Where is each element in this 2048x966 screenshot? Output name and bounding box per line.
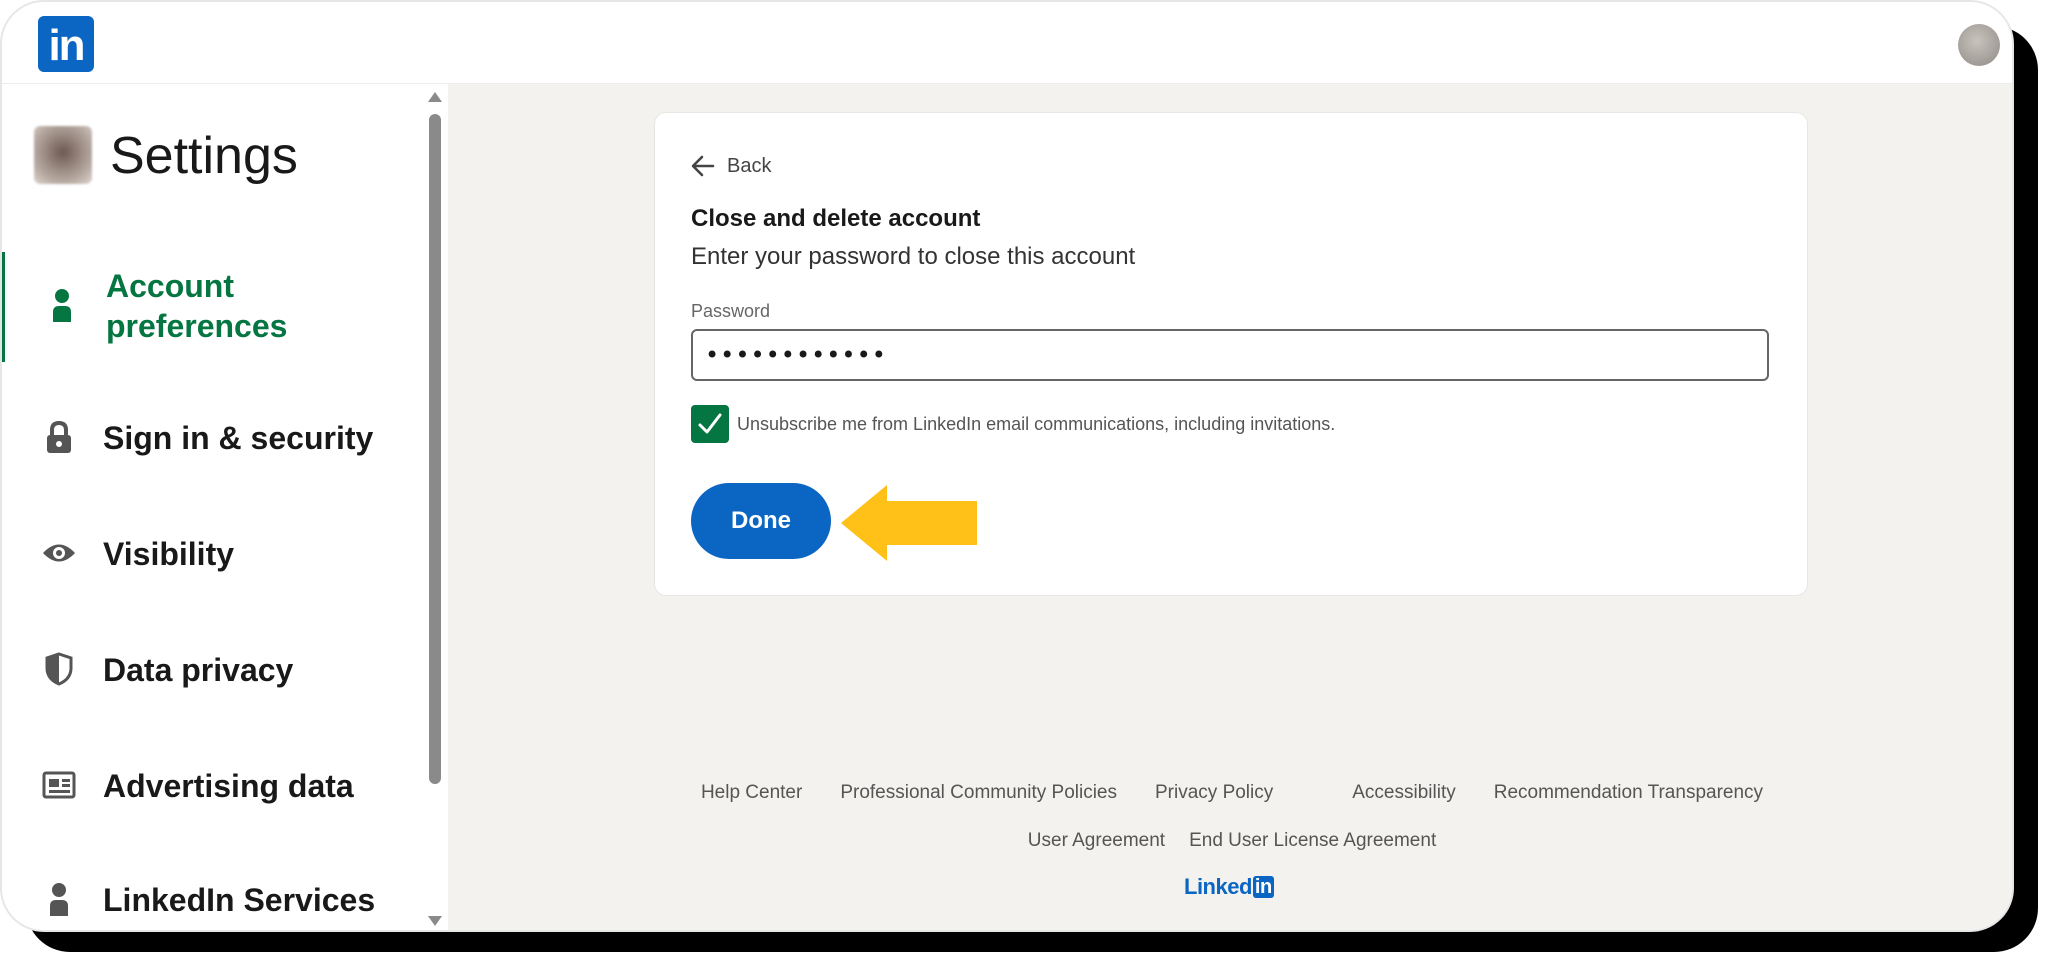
card-title: Close and delete account — [691, 205, 981, 232]
footer-link-accessibility[interactable]: Accessibility — [1352, 782, 1455, 804]
top-navigation-bar: in — [2, 2, 2012, 84]
settings-sidebar: Settings Account preferences Sign in & s… — [2, 84, 422, 930]
done-button[interactable]: Done — [691, 483, 831, 559]
profile-avatar[interactable] — [1958, 24, 2000, 66]
unsubscribe-checkbox[interactable] — [691, 405, 729, 443]
lock-icon — [42, 420, 76, 454]
footer-link-community-policies[interactable]: Professional Community Policies — [840, 782, 1117, 804]
scroll-thumb[interactable] — [429, 114, 441, 784]
checkmark-icon — [698, 413, 722, 434]
footer-link-privacy-policy[interactable]: Privacy Policy — [1155, 782, 1273, 804]
unsubscribe-checkbox-label: Unsubscribe me from LinkedIn email commu… — [737, 413, 1336, 434]
eye-icon — [42, 536, 76, 570]
sidebar-item-label: Sign in & security — [103, 420, 374, 456]
main-content: Back Close and delete account Enter your… — [448, 84, 2012, 930]
annotation-arrow-icon — [841, 485, 977, 561]
sidebar-item-account-preferences[interactable]: Account preferences — [2, 252, 422, 362]
newspaper-icon — [42, 768, 76, 802]
linkedin-logo[interactable]: in — [38, 16, 94, 72]
sidebar-item-sign-in-security[interactable]: Sign in & security — [2, 396, 422, 486]
footer-link-help-center[interactable]: Help Center — [701, 782, 802, 804]
footer-linkedin-logo[interactable]: Linked in — [1184, 872, 1274, 902]
sidebar-item-advertising-data[interactable]: Advertising data — [2, 744, 422, 834]
back-label: Back — [727, 154, 772, 177]
sidebar-scrollbar[interactable] — [422, 84, 448, 930]
footer-links-primary: Help Center Professional Community Polic… — [448, 782, 2012, 804]
shield-icon — [42, 652, 76, 686]
person-icon — [42, 882, 76, 916]
back-button[interactable]: Back — [691, 151, 771, 181]
footer-links-secondary: User Agreement End User License Agreemen… — [448, 830, 2012, 852]
sidebar-item-label: Data privacy — [103, 652, 294, 688]
sidebar-item-label: LinkedIn Services — [103, 882, 376, 918]
password-field[interactable] — [691, 329, 1769, 381]
browser-frame: in Settings Account preferences Sign in … — [0, 0, 2014, 932]
person-icon — [45, 288, 79, 322]
scroll-up-arrow-icon[interactable] — [428, 92, 442, 102]
sidebar-item-visibility[interactable]: Visibility — [2, 512, 422, 602]
sidebar-item-linkedin-services[interactable]: LinkedIn Services — [2, 858, 422, 930]
footer-logo-box: in — [1252, 876, 1274, 898]
footer-link-user-agreement[interactable]: User Agreement — [1028, 830, 1165, 852]
sidebar-item-label: Advertising data — [103, 768, 354, 804]
password-label: Password — [691, 301, 771, 321]
page-title: Settings — [110, 127, 298, 185]
footer-logo-word: Linked — [1184, 874, 1252, 899]
arrow-left-icon — [691, 155, 715, 177]
unsubscribe-checkbox-row[interactable]: Unsubscribe me from LinkedIn email commu… — [691, 405, 1335, 443]
settings-avatar — [34, 126, 92, 184]
scroll-down-arrow-icon[interactable] — [428, 916, 442, 926]
sidebar-item-data-privacy[interactable]: Data privacy — [2, 628, 422, 718]
footer-link-recommendation-transparency[interactable]: Recommendation Transparency — [1494, 782, 1763, 804]
sidebar-item-label: Visibility — [103, 536, 235, 572]
card-subtitle: Enter your password to close this accoun… — [691, 243, 1136, 270]
footer-link-eula[interactable]: End User License Agreement — [1189, 830, 1436, 852]
close-account-card: Back Close and delete account Enter your… — [654, 112, 1808, 596]
sidebar-item-label: Account preferences — [106, 268, 288, 344]
